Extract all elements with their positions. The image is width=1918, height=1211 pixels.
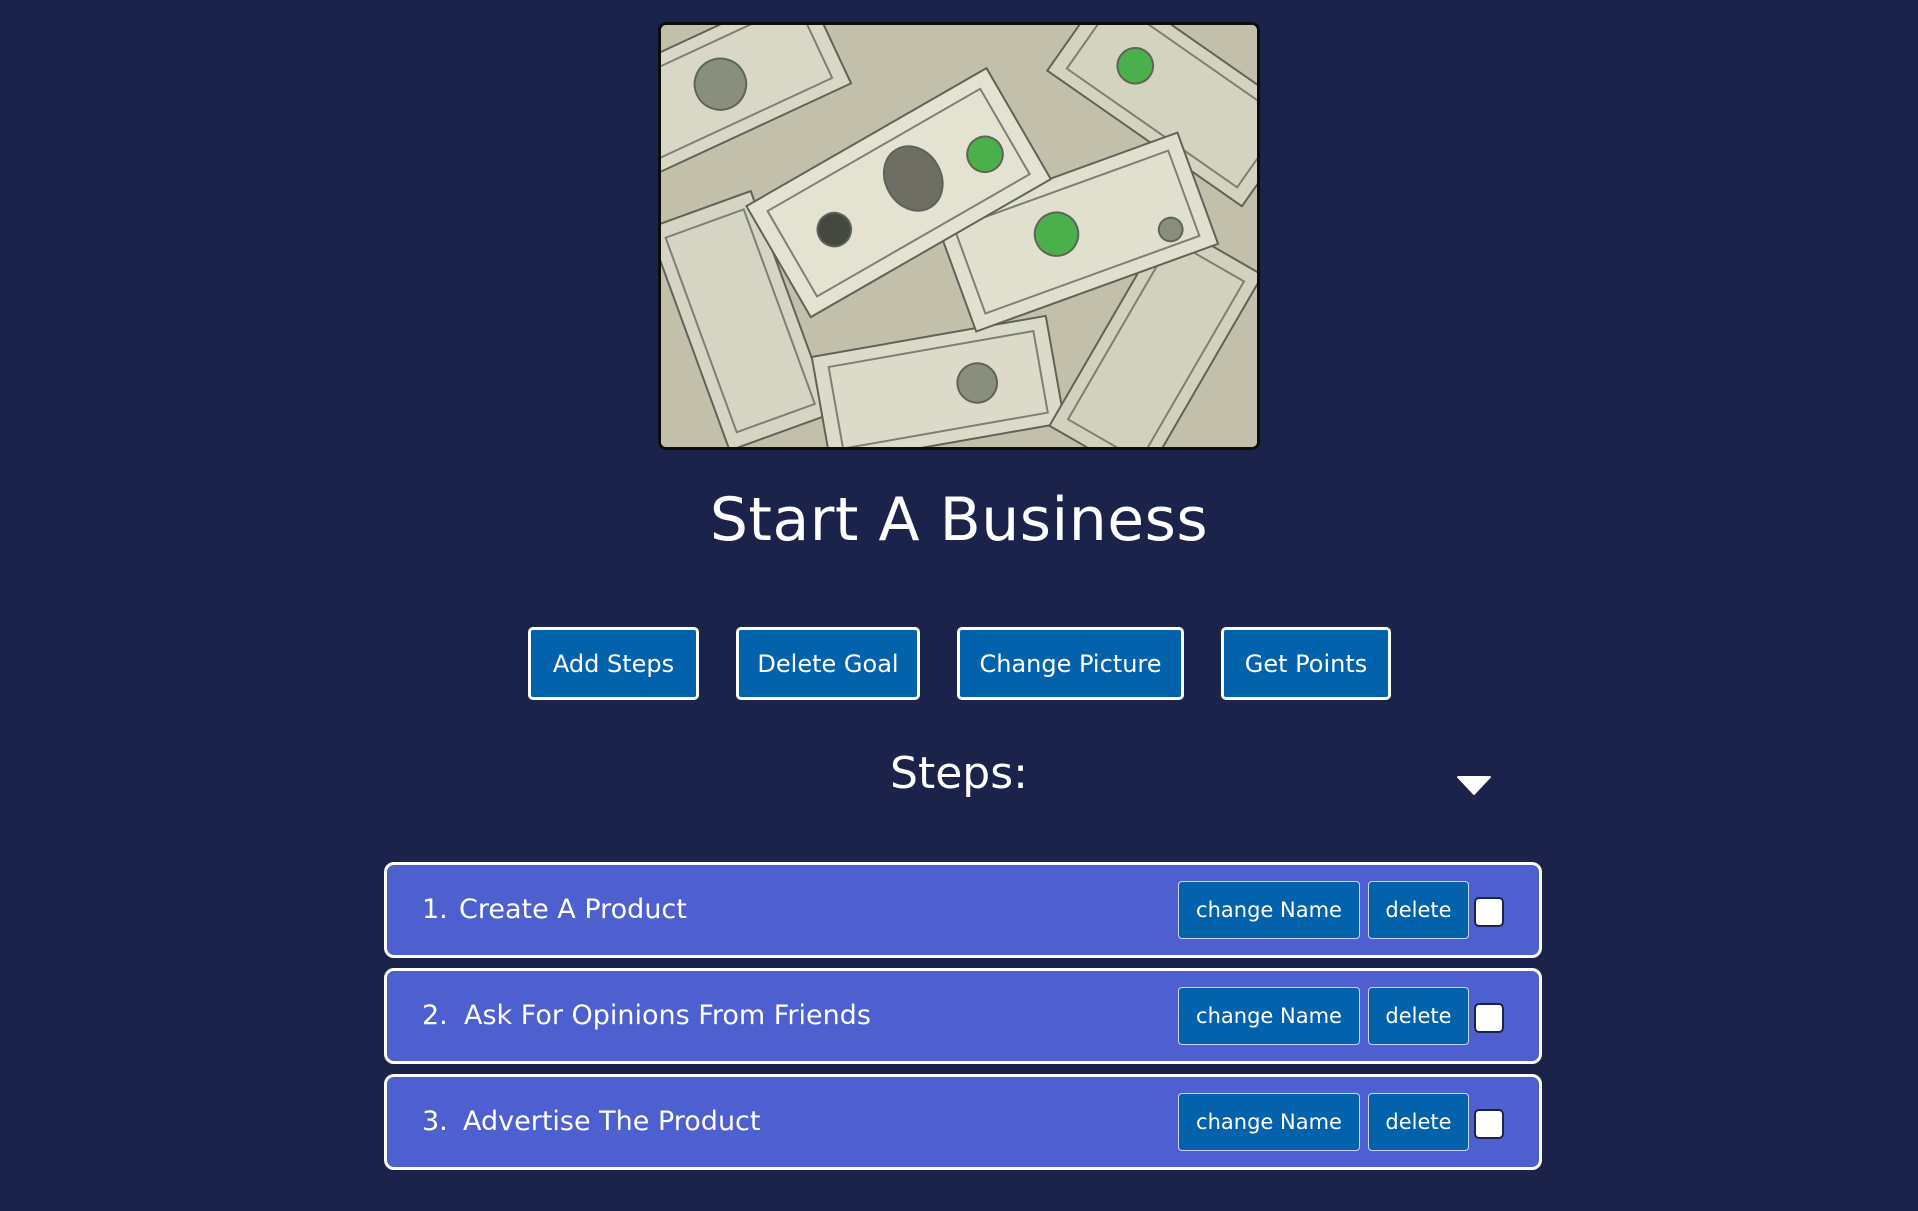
change-picture-button[interactable]: Change Picture (957, 627, 1184, 700)
step-complete-checkbox[interactable] (1474, 897, 1504, 927)
delete-goal-button[interactable]: Delete Goal (736, 627, 920, 700)
step-name: Ask For Opinions From Friends (464, 1000, 871, 1031)
steps-heading: Steps: (890, 748, 1028, 799)
step-name: Create A Product (459, 894, 687, 925)
step-complete-checkbox[interactable] (1474, 1109, 1504, 1139)
goal-picture (658, 22, 1260, 450)
change-name-button[interactable]: change Name (1178, 987, 1360, 1045)
goal-title: Start A Business (709, 485, 1209, 555)
step-number: 1. (422, 894, 448, 925)
change-name-button[interactable]: change Name (1178, 881, 1360, 939)
change-name-button[interactable]: change Name (1178, 1093, 1360, 1151)
get-points-button[interactable]: Get Points (1221, 627, 1391, 700)
step-row: 3. Advertise The Product change Name del… (384, 1074, 1542, 1170)
goal-actions: Add Steps Delete Goal Change Picture Get… (0, 627, 1918, 700)
step-number: 3. (422, 1106, 448, 1137)
add-steps-button[interactable]: Add Steps (528, 627, 699, 700)
caret-down-icon[interactable] (1457, 774, 1491, 796)
step-row: 2. Ask For Opinions From Friends change … (384, 968, 1542, 1064)
step-number: 2. (422, 1000, 448, 1031)
money-banknotes-image (661, 25, 1257, 447)
delete-step-button[interactable]: delete (1368, 881, 1469, 939)
step-row: 1. Create A Product change Name delete (384, 862, 1542, 958)
delete-step-button[interactable]: delete (1368, 987, 1469, 1045)
delete-step-button[interactable]: delete (1368, 1093, 1469, 1151)
step-name: Advertise The Product (463, 1106, 761, 1137)
step-complete-checkbox[interactable] (1474, 1003, 1504, 1033)
